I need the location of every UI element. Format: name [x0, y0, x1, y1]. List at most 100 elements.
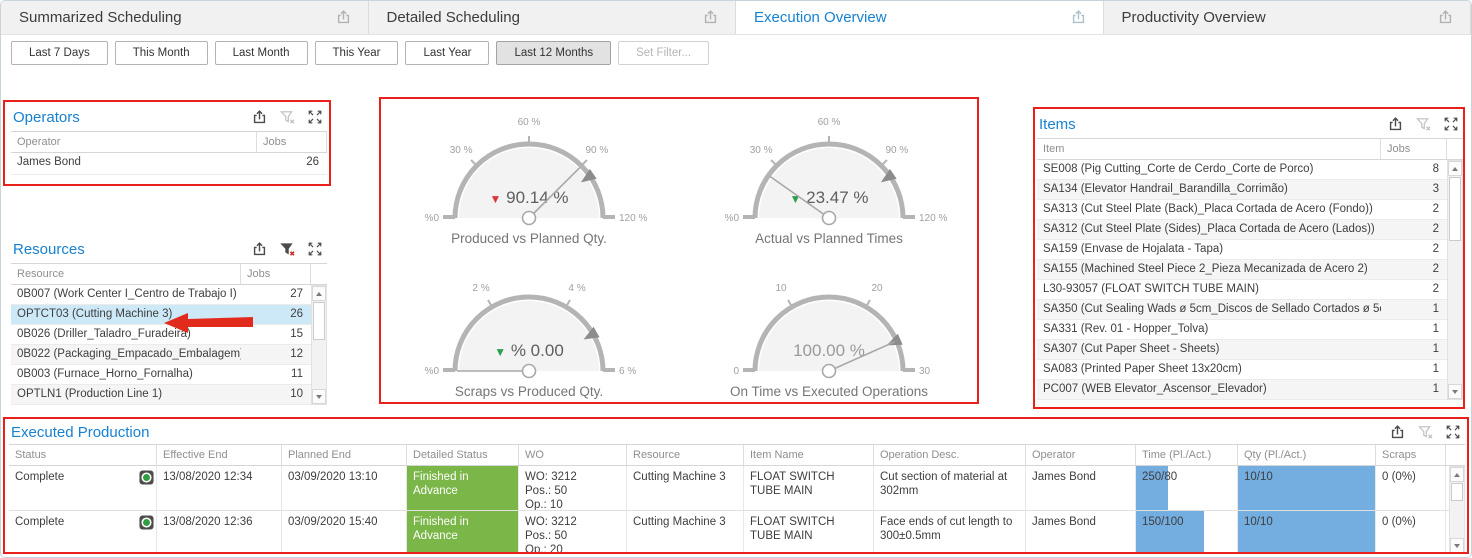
export-icon[interactable]: [1387, 116, 1404, 133]
export-icon[interactable]: [1389, 424, 1406, 441]
column-header-item-name[interactable]: Item Name: [744, 445, 874, 465]
qty-pl-act-cell: 10/10: [1238, 466, 1376, 510]
scroll-down-button[interactable]: [1450, 538, 1464, 553]
item-row[interactable]: SA083 (Printed Paper Sheet 13x20cm)1: [1037, 360, 1463, 380]
scroll-thumb[interactable]: [1449, 177, 1461, 241]
svg-text:30 %: 30 %: [450, 145, 473, 156]
expand-icon[interactable]: [307, 241, 323, 257]
filter-button-this-year[interactable]: This Year: [315, 41, 399, 65]
filter-icon[interactable]: [1415, 116, 1432, 133]
item-row[interactable]: SA134 (Elevator Handrail_Barandilla_Corr…: [1037, 180, 1463, 200]
resource-row[interactable]: 0B007 (Work Center I_Centro de Trabajo I…: [11, 285, 327, 305]
item-row[interactable]: SA159 (Envase de Hojalata - Tapa)2: [1037, 240, 1463, 260]
svg-text:0: 0: [733, 366, 739, 377]
expand-icon[interactable]: [1445, 424, 1461, 440]
tab-summarized-scheduling[interactable]: Summarized Scheduling: [1, 1, 369, 34]
column-header-resource[interactable]: Resource: [11, 264, 241, 284]
executed-production-title: Executed Production: [11, 424, 149, 441]
item-row[interactable]: SA312 (Cut Steel Plate (Sides)_Placa Cor…: [1037, 220, 1463, 240]
resource-row[interactable]: 0B003 (Furnace_Horno_Fornalha)11: [11, 365, 327, 385]
item-row[interactable]: PC007 (WEB Elevator_Ascensor_Elevador)1: [1037, 380, 1463, 400]
column-header-status[interactable]: Status: [9, 445, 157, 465]
filter-icon[interactable]: [1417, 424, 1434, 441]
item-row[interactable]: SA313 (Cut Steel Plate (Back)_Placa Cort…: [1037, 200, 1463, 220]
filter-button-this-month[interactable]: This Month: [115, 41, 208, 65]
expand-icon[interactable]: [1443, 116, 1459, 132]
column-header-effective-end[interactable]: Effective End: [157, 445, 282, 465]
executed-row[interactable]: Complete13/08/2020 12:3403/09/2020 13:10…: [9, 466, 1465, 511]
column-header-planned-end[interactable]: Planned End: [282, 445, 407, 465]
items-panel-title: Items: [1039, 116, 1076, 133]
resources-panel: Resources ResourceJobs0B007 (Work Center…: [11, 235, 327, 405]
expand-icon[interactable]: [307, 109, 323, 125]
item-row-name: SA134 (Elevator Handrail_Barandilla_Corr…: [1037, 180, 1381, 199]
column-header-item[interactable]: Item: [1037, 139, 1381, 159]
scrollbar[interactable]: [311, 285, 327, 405]
column-header-operator[interactable]: Operator: [11, 132, 257, 152]
tab-detailed-scheduling[interactable]: Detailed Scheduling: [369, 1, 737, 34]
column-header-operation-desc[interactable]: Operation Desc.: [874, 445, 1026, 465]
resource-row[interactable]: OPTLN1 (Production Line 1)10: [11, 385, 327, 405]
column-header-jobs[interactable]: Jobs: [257, 132, 327, 152]
column-header-jobs[interactable]: Jobs: [1381, 139, 1447, 159]
filter-button-last-year[interactable]: Last Year: [405, 41, 489, 65]
export-icon[interactable]: [251, 241, 268, 258]
export-icon[interactable]: [335, 9, 352, 26]
filter-button-last-12-months[interactable]: Last 12 Months: [496, 41, 611, 65]
column-header-wo[interactable]: WO: [519, 445, 627, 465]
gauge-drawing: %030 %60 %90 %120 %▼ 90.14 %: [379, 106, 679, 241]
scroll-thumb[interactable]: [313, 302, 325, 340]
item-row[interactable]: SA350 (Cut Sealing Wads ø 5cm_Discos de …: [1037, 300, 1463, 320]
items-panel-actions: [1387, 116, 1459, 133]
item-row[interactable]: SE008 (Pig Cutting_Corte de Cerdo_Corte …: [1037, 160, 1463, 180]
column-header-operator[interactable]: Operator: [1026, 445, 1136, 465]
resource-row[interactable]: 0B026 (Driller_Taladro_Furadeira)15: [11, 325, 327, 345]
scroll-track[interactable]: [1450, 502, 1464, 538]
filter-icon[interactable]: [279, 109, 296, 126]
scrollbar[interactable]: [1449, 466, 1465, 554]
item-row-name: SA331 (Rev. 01 - Hopper_Tolva): [1037, 320, 1381, 339]
svg-text:120 %: 120 %: [919, 213, 947, 224]
gauge-chart: %030 %60 %90 %120 %▼ 23.47 %: [679, 106, 979, 236]
item-row[interactable]: L30-93057 (FLOAT SWITCH TUBE MAIN)2: [1037, 280, 1463, 300]
scroll-track[interactable]: [1448, 242, 1462, 384]
item-row-name: PC007 (WEB Elevator_Ascensor_Elevador): [1037, 380, 1381, 399]
filter-button-last-month[interactable]: Last Month: [215, 41, 308, 65]
set-filter-button[interactable]: Set Filter...: [618, 41, 709, 65]
scrollbar[interactable]: [1447, 160, 1463, 400]
column-header-jobs[interactable]: Jobs: [241, 264, 311, 284]
column-header-resource[interactable]: Resource: [627, 445, 744, 465]
scroll-down-button[interactable]: [312, 389, 326, 404]
scroll-track[interactable]: [312, 341, 326, 389]
clear-filter-icon[interactable]: [279, 241, 296, 258]
scroll-up-button[interactable]: [1448, 161, 1462, 176]
tab-execution-overview[interactable]: Execution Overview: [736, 1, 1104, 34]
gauge-title: Scraps vs Produced Qty.: [455, 384, 603, 401]
scroll-up-button[interactable]: [312, 286, 326, 301]
item-row[interactable]: SA331 (Rev. 01 - Hopper_Tolva)1: [1037, 320, 1463, 340]
svg-text:4 %: 4 %: [568, 283, 585, 294]
item-row[interactable]: SA307 (Cut Paper Sheet - Sheets)1: [1037, 340, 1463, 360]
export-icon[interactable]: [251, 109, 268, 126]
gauge-chart: %030 %60 %90 %120 %▼ 90.14 %: [379, 106, 679, 236]
export-icon[interactable]: [1437, 9, 1454, 26]
filter-button-last-7-days[interactable]: Last 7 Days: [11, 41, 108, 65]
scroll-thumb[interactable]: [1451, 483, 1463, 501]
operator-row[interactable]: James Bond26: [11, 153, 327, 175]
scroll-up-button[interactable]: [1450, 467, 1464, 482]
item-row[interactable]: SA155 (Machined Steel Piece 2_Pieza Meca…: [1037, 260, 1463, 280]
tab-label: Summarized Scheduling: [19, 9, 182, 26]
resource-row[interactable]: OPTCT03 (Cutting Machine 3)26: [11, 305, 327, 325]
tab-productivity-overview[interactable]: Productivity Overview: [1104, 1, 1472, 34]
wo-cell: WO: 3212Pos.: 50Op.: 20: [519, 511, 627, 554]
column-header-time-pl-act[interactable]: Time (Pl./Act.): [1136, 445, 1238, 465]
scroll-down-button[interactable]: [1448, 384, 1462, 399]
column-header-detailed-status[interactable]: Detailed Status: [407, 445, 519, 465]
executed-row[interactable]: Complete13/08/2020 12:3603/09/2020 15:40…: [9, 511, 1465, 554]
column-header-qty-pl-act[interactable]: Qty (Pl./Act.): [1238, 445, 1376, 465]
svg-text:10: 10: [775, 283, 787, 294]
resource-row[interactable]: 0B022 (Packaging_Empacado_Embalagem)12: [11, 345, 327, 365]
export-icon[interactable]: [702, 9, 719, 26]
export-icon[interactable]: [1070, 9, 1087, 26]
column-header-scraps[interactable]: Scraps: [1376, 445, 1446, 465]
